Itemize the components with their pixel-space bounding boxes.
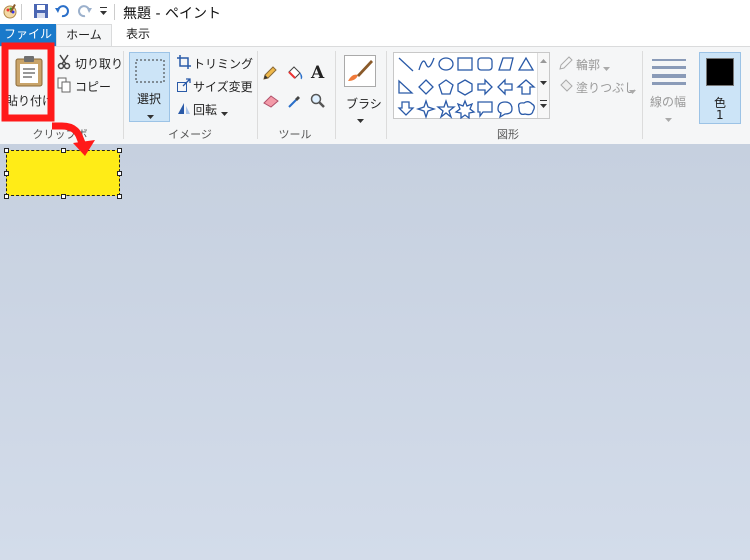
brush-icon: [344, 55, 376, 90]
scissors-icon: [57, 54, 71, 73]
paste-label: 貼り付け: [6, 94, 55, 108]
chevron-down-icon: [603, 61, 610, 75]
crop-label: トリミング: [193, 57, 254, 71]
eraser-icon[interactable]: [262, 93, 280, 112]
resize-handle[interactable]: [117, 148, 122, 153]
title-bar: 無題 - ペイント: [0, 0, 750, 24]
paste-button[interactable]: 貼り付け: [4, 49, 55, 123]
cut-label: 切り取り: [75, 57, 124, 71]
separator: [123, 51, 124, 139]
shapes-gallery-icons[interactable]: [395, 54, 540, 119]
rotate-button[interactable]: 回転: [175, 99, 235, 117]
resize-button[interactable]: サイズ変更: [175, 76, 255, 94]
chevron-down-icon: [26, 109, 33, 123]
resize-handle[interactable]: [117, 194, 122, 199]
select-button[interactable]: 選択: [129, 52, 170, 122]
copy-label: コピー: [75, 80, 112, 94]
fill-bucket-icon: [558, 78, 574, 97]
clipboard-group-label: クリップボ: [32, 128, 88, 141]
tab-home[interactable]: ホーム: [56, 24, 112, 47]
color-picker-icon[interactable]: [287, 93, 303, 112]
copy-icon: [57, 77, 71, 96]
resize-handle[interactable]: [4, 148, 9, 153]
shapes-group-label: 図形: [497, 128, 519, 141]
tab-file[interactable]: ファイル: [0, 24, 56, 46]
customize-qat-icon[interactable]: [99, 5, 108, 20]
rect-select-icon: [135, 59, 165, 86]
brushes-label: ブラシ: [346, 97, 382, 111]
line-width-icon: [652, 57, 686, 88]
separator: [386, 51, 387, 139]
resize-icon: [177, 78, 191, 95]
separator: [257, 51, 258, 139]
chevron-down-icon: [147, 109, 154, 123]
separator: [335, 51, 336, 139]
ribbon: 貼り付け 切り取り コピー クリップボ 選択 トリミング サイズ変更 回転 イメ…: [0, 46, 750, 145]
rotate-icon: [177, 101, 191, 118]
fill-button[interactable]: 塗りつぶし: [556, 77, 646, 95]
text-icon[interactable]: A: [311, 63, 324, 83]
rotate-label: 回転: [193, 103, 218, 117]
tools-group-label: ツール: [278, 128, 312, 141]
save-icon[interactable]: [33, 3, 49, 22]
brushes-button[interactable]: ブラシ: [340, 51, 382, 123]
paint-app-icon[interactable]: [2, 3, 18, 22]
size-button[interactable]: 線の幅: [648, 53, 690, 123]
crop-button[interactable]: トリミング: [175, 53, 255, 71]
outline-button[interactable]: 輪郭: [556, 54, 636, 72]
resize-handle[interactable]: [4, 194, 9, 199]
chevron-down-icon: [221, 106, 228, 120]
color1-number: 1: [716, 108, 724, 122]
resize-handle[interactable]: [61, 194, 66, 199]
shapes-gallery[interactable]: [393, 52, 550, 119]
ribbon-tabs: ファイル ホーム 表示: [0, 24, 750, 47]
canvas-area[interactable]: [0, 144, 750, 560]
redo-icon[interactable]: [77, 3, 93, 22]
window-title: 無題 - ペイント: [123, 6, 221, 22]
crop-icon: [177, 55, 191, 72]
resize-handle[interactable]: [61, 148, 66, 153]
chevron-down-icon: [357, 113, 364, 127]
magnifier-icon[interactable]: [310, 93, 326, 112]
undo-icon[interactable]: [54, 3, 70, 22]
chevron-down-icon: [629, 84, 636, 98]
copy-button[interactable]: コピー: [55, 76, 119, 94]
size-label: 線の幅: [650, 95, 687, 109]
selected-yellow-rectangle[interactable]: [6, 150, 120, 196]
separator: [642, 51, 643, 139]
tab-view[interactable]: 表示: [116, 24, 160, 46]
fill-bucket-icon[interactable]: [286, 65, 304, 84]
color1-swatch: [706, 58, 734, 86]
color1-button[interactable]: 色 1: [699, 52, 741, 124]
cut-button[interactable]: 切り取り: [55, 53, 123, 73]
shapes-scrollbar[interactable]: [537, 53, 549, 118]
chevron-down-icon: [665, 112, 672, 126]
pencil-icon[interactable]: [262, 65, 278, 84]
resize-handle[interactable]: [117, 171, 122, 176]
select-label: 選択: [137, 92, 162, 106]
outline-label: 輪郭: [576, 58, 601, 72]
outline-pencil-icon: [558, 55, 574, 74]
image-group-label: イメージ: [168, 128, 212, 141]
resize-handle[interactable]: [4, 171, 9, 176]
fill-label: 塗りつぶし: [576, 81, 637, 95]
resize-label: サイズ変更: [193, 80, 253, 94]
clipboard-icon: [14, 55, 44, 90]
